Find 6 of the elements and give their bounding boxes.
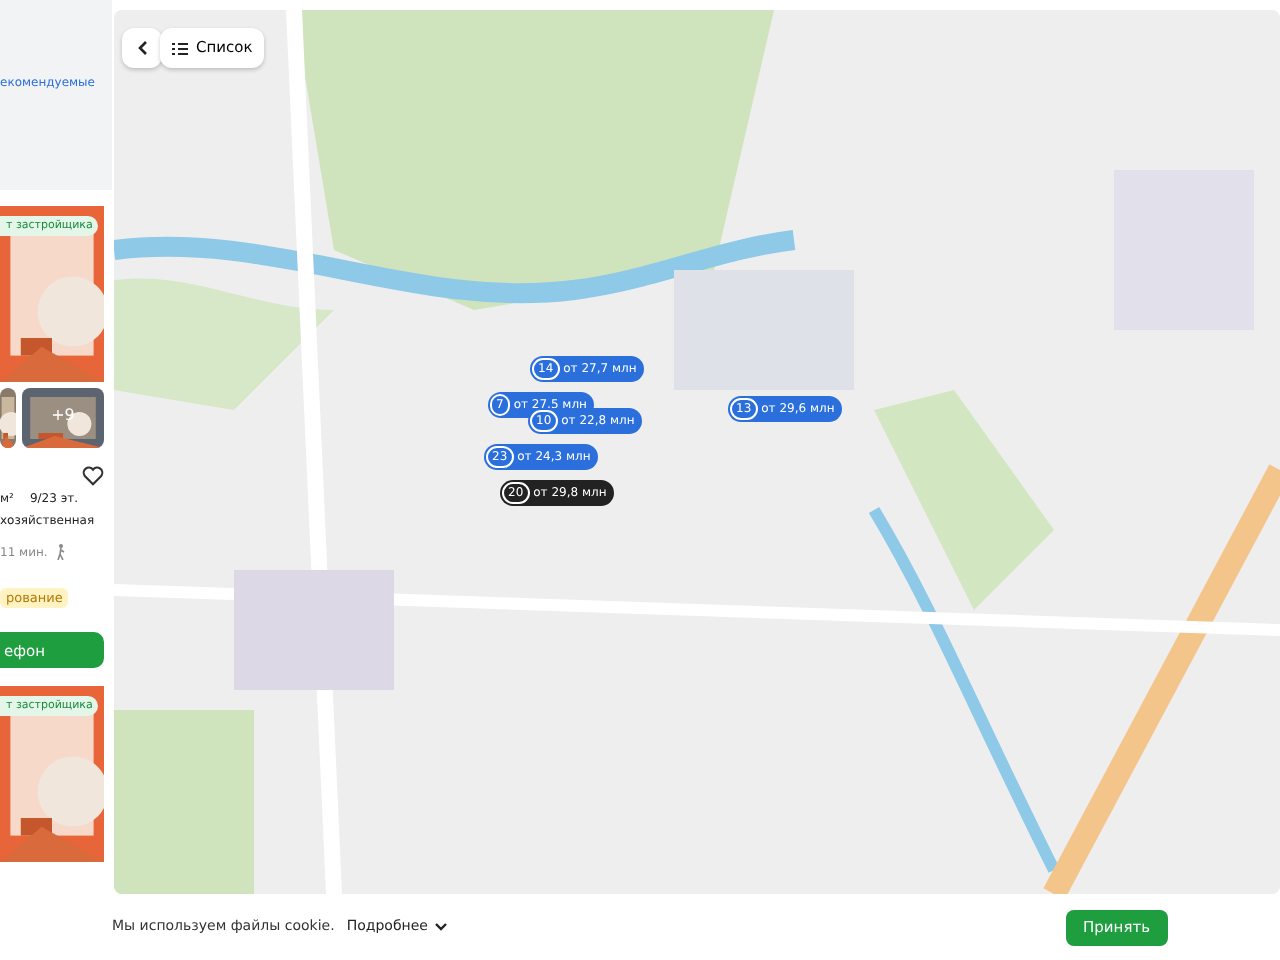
walking-icon bbox=[55, 544, 66, 561]
chevron-down-icon bbox=[433, 922, 448, 932]
chevron-left-icon bbox=[137, 40, 147, 56]
back-button[interactable] bbox=[122, 28, 162, 68]
heart-icon[interactable] bbox=[82, 466, 104, 486]
list-icon bbox=[172, 41, 188, 55]
